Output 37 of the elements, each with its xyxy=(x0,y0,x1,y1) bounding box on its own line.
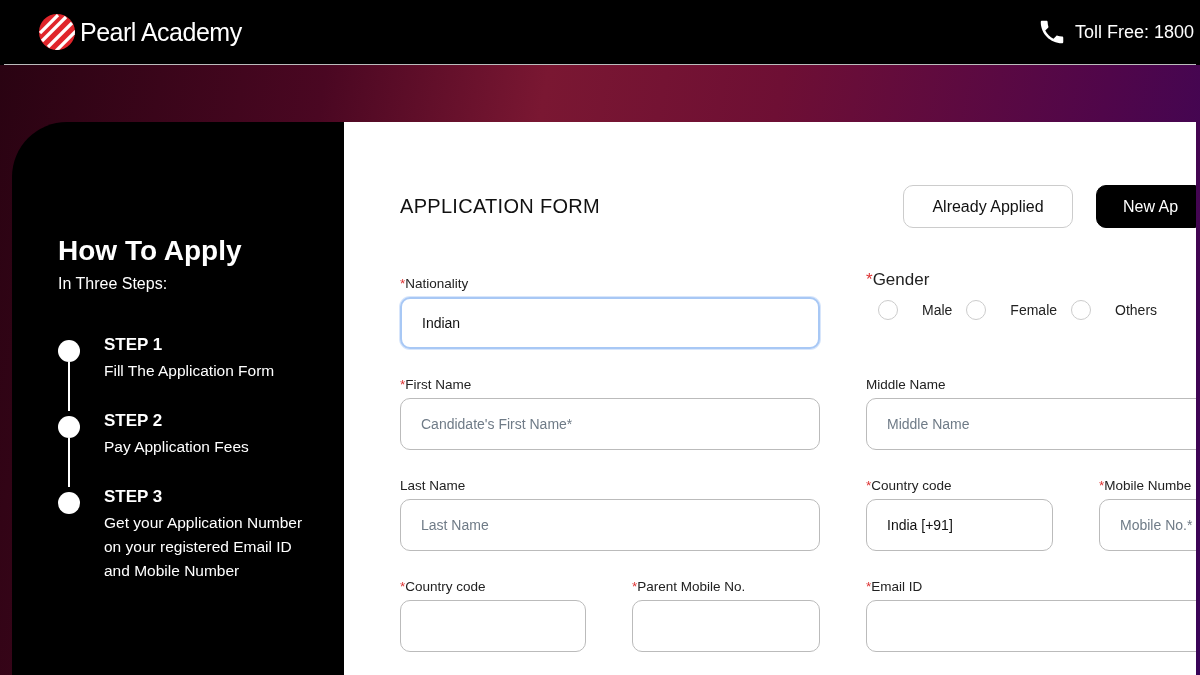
panel-title: How To Apply xyxy=(58,235,243,267)
toll-free-number: Toll Free: 1800 xyxy=(1074,21,1194,43)
field-label: *Mobile Numbe xyxy=(1099,478,1193,493)
field-label: *Country code xyxy=(866,478,953,493)
panel-subtitle: In Three Steps: xyxy=(58,275,168,293)
form-toggle-button[interactable]: New Ap xyxy=(1096,185,1196,228)
form-toggle-button[interactable]: Already Applied xyxy=(903,185,1073,228)
radio-label[interactable]: Others xyxy=(1115,302,1158,318)
field-label: *Country code xyxy=(400,579,487,594)
input-field[interactable]: India [+91] xyxy=(866,499,1053,551)
step-marker-icon xyxy=(58,492,80,514)
logo-icon xyxy=(38,13,76,51)
field-label: *Nationality xyxy=(400,276,470,291)
radio-label[interactable]: Female xyxy=(1010,302,1058,318)
field-label: *First Name xyxy=(400,377,473,392)
brand-name[interactable]: Pearl Academy xyxy=(80,17,242,47)
field-label: Last Name xyxy=(400,478,467,493)
input-field[interactable]: Middle Name xyxy=(866,398,1196,450)
input-field[interactable]: Mobile No.* xyxy=(1099,499,1196,551)
input-field[interactable]: Candidate's First Name* xyxy=(400,398,820,450)
step-label: STEP 1 xyxy=(104,335,163,355)
radio-label[interactable]: Male xyxy=(922,302,953,318)
step-label: STEP 2 xyxy=(104,411,163,431)
step-label: STEP 3 xyxy=(104,487,163,507)
form-title: APPLICATION FORM xyxy=(400,194,601,218)
input-field[interactable]: Indian xyxy=(400,297,820,349)
field-label: *Parent Mobile No. xyxy=(632,579,747,594)
input-field[interactable]: Last Name xyxy=(400,499,820,551)
input-field[interactable] xyxy=(866,600,1196,652)
field-label: *Gender xyxy=(866,270,931,290)
step-description: Pay Application Fees xyxy=(104,437,250,457)
input-field[interactable] xyxy=(400,600,586,652)
step-description: Get your Application Number on your registered Email ID and Mobile Number xyxy=(104,513,304,581)
step-description: Fill The Application Form xyxy=(104,361,276,381)
input-field[interactable] xyxy=(632,600,820,652)
field-label: Middle Name xyxy=(866,377,947,392)
field-label: *Email ID xyxy=(866,579,924,594)
